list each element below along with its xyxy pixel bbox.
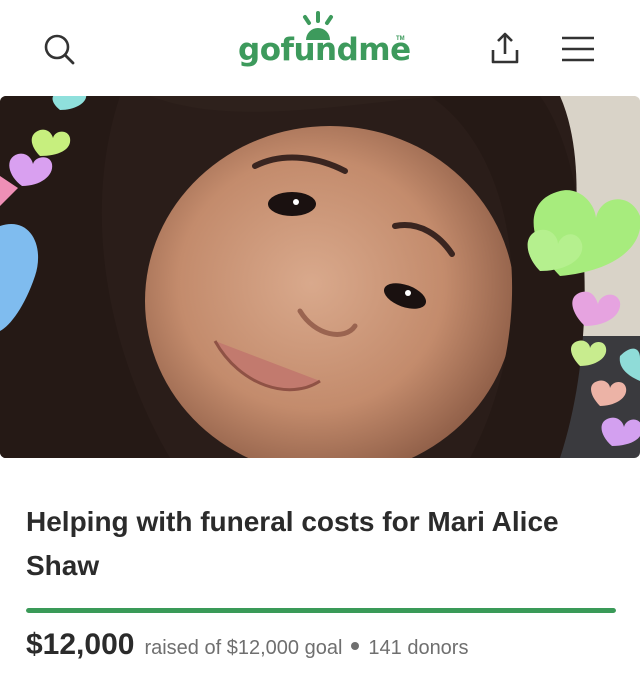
campaign-photo[interactable] (0, 96, 640, 458)
logo-trademark: TM (396, 36, 405, 42)
gofundme-logo[interactable]: gofundme TM (232, 10, 412, 74)
campaign-stats: $12,000 raised of $12,000 goal 141 donor… (26, 628, 626, 668)
donor-count: 141 donors (368, 637, 469, 659)
search-button[interactable] (38, 30, 82, 70)
campaign-photo-image (0, 96, 640, 458)
hamburger-menu-icon (562, 36, 594, 62)
share-button[interactable] (485, 26, 525, 70)
menu-button[interactable] (558, 30, 598, 68)
top-header: gofundme TM (0, 0, 640, 96)
raised-amount: $12,000 (26, 628, 135, 661)
search-icon (44, 34, 75, 65)
donation-progress-fill (26, 608, 616, 613)
donation-progress-bar (26, 608, 616, 613)
campaign-title: Helping with funeral costs for Mari Alic… (26, 506, 559, 581)
separator-dot (351, 642, 360, 650)
share-icon (491, 32, 519, 64)
raised-of-goal-text: raised of $12,000 goal (144, 637, 343, 659)
logo-wordmark: gofundme (238, 32, 411, 68)
